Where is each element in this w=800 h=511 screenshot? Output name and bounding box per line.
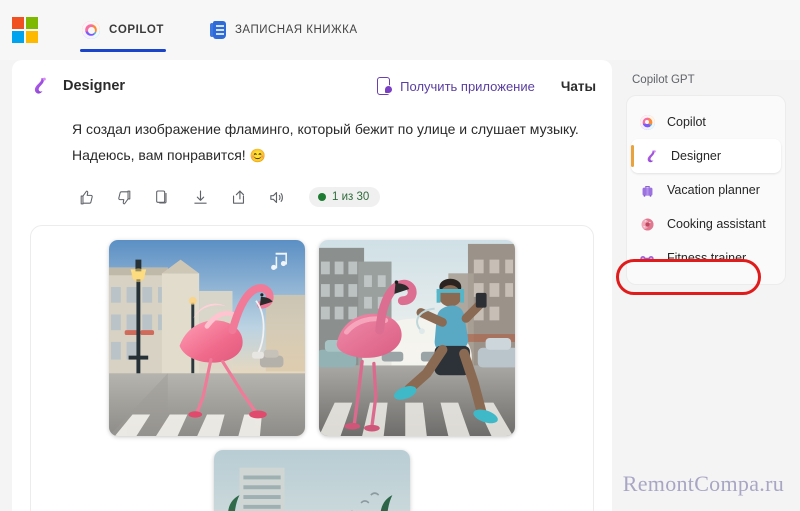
mobile-app-icon — [377, 77, 394, 95]
tab-copilot-label: COPILOT — [109, 24, 164, 36]
tab-copilot[interactable]: COPILOT — [68, 0, 178, 60]
counter-label: 1 из 30 — [332, 191, 370, 203]
sidebar-item-copilot-label: Copilot — [667, 115, 706, 129]
chat-panel: Designer Получить приложение Чаты Я созд… — [12, 60, 612, 511]
get-app-button[interactable]: Получить приложение — [377, 77, 535, 95]
copy-icon[interactable] — [148, 183, 176, 211]
thumbs-up-icon[interactable] — [72, 183, 100, 211]
sidebar-item-designer-label: Designer — [671, 149, 722, 163]
message-line-2: Надеюсь, вам понравится! — [72, 147, 246, 163]
header-actions: Получить приложение Чаты — [377, 77, 596, 95]
assistant-message: Я создал изображение фламинго, который б… — [12, 112, 612, 169]
top-navigation-bar: COPILOT ЗАПИСНАЯ КНИЖКА — [0, 0, 800, 60]
generated-images-row-1 — [45, 240, 579, 436]
donut-icon — [638, 215, 656, 233]
dumbbell-icon — [638, 249, 656, 267]
logo-square-yellow — [26, 31, 38, 43]
sidebar-item-cooking-assistant-label: Cooking assistant — [667, 217, 766, 231]
sidebar-item-fitness-trainer[interactable]: Fitness trainer — [627, 241, 785, 275]
message-action-bar: 1 из 30 — [12, 169, 612, 211]
assistant-name: Designer — [63, 78, 126, 94]
copilot-icon — [638, 113, 656, 131]
sidebar-item-vacation-planner-label: Vacation planner — [667, 183, 760, 197]
generated-image-1[interactable] — [109, 240, 305, 436]
logo-square-green — [26, 17, 38, 29]
microsoft-logo — [12, 17, 38, 43]
generated-images-panel — [30, 225, 594, 511]
generated-image-3[interactable] — [214, 450, 410, 511]
sidebar-item-designer[interactable]: Designer — [631, 139, 781, 173]
generated-images-row-2 — [45, 450, 579, 511]
notebook-icon — [209, 21, 226, 39]
get-app-label: Получить приложение — [400, 78, 535, 94]
main-tabs: COPILOT ЗАПИСНАЯ КНИЖКА — [68, 0, 372, 60]
copilot-icon — [82, 21, 100, 39]
counter-status-dot — [318, 193, 326, 201]
sidebar-item-copilot[interactable]: Copilot — [627, 105, 785, 139]
logo-square-red — [12, 17, 24, 29]
speaker-icon[interactable] — [262, 183, 290, 211]
tab-notebook[interactable]: ЗАПИСНАЯ КНИЖКА — [196, 0, 372, 60]
sidebar-item-vacation-planner[interactable]: Vacation planner — [627, 173, 785, 207]
logo-square-blue — [12, 31, 24, 43]
download-icon[interactable] — [186, 183, 214, 211]
gpt-list: Copilot Designer Vacation planner Cookin… — [626, 95, 786, 285]
sidebar-item-cooking-assistant[interactable]: Cooking assistant — [627, 207, 785, 241]
copilot-gpt-sidebar: Copilot GPT Copilot Designer Vacation pl… — [612, 60, 800, 511]
sidebar-title: Copilot GPT — [632, 74, 695, 86]
message-line-2-wrap: Надеюсь, вам понравится! 😊 — [72, 142, 592, 169]
tab-spacer — [178, 0, 196, 60]
watermark: RemontCompa.ru — [622, 471, 784, 496]
designer-icon — [642, 147, 660, 165]
message-emoji: 😊 — [249, 148, 266, 163]
response-counter: 1 из 30 — [309, 187, 381, 207]
copilot-app-window: COPILOT ЗАПИСНАЯ КНИЖКА Designer Получит… — [0, 0, 800, 511]
sidebar-item-fitness-trainer-label: Fitness trainer — [667, 251, 747, 265]
suitcase-icon — [638, 181, 656, 199]
tab-notebook-label: ЗАПИСНАЯ КНИЖКА — [234, 24, 358, 36]
generated-image-2[interactable] — [319, 240, 515, 436]
message-line-1: Я создал изображение фламинго, который б… — [72, 121, 579, 137]
thumbs-down-icon[interactable] — [110, 183, 138, 211]
chats-link[interactable]: Чаты — [561, 79, 596, 94]
designer-icon — [30, 76, 50, 96]
chat-header: Designer Получить приложение Чаты — [12, 60, 612, 112]
share-icon[interactable] — [224, 183, 252, 211]
